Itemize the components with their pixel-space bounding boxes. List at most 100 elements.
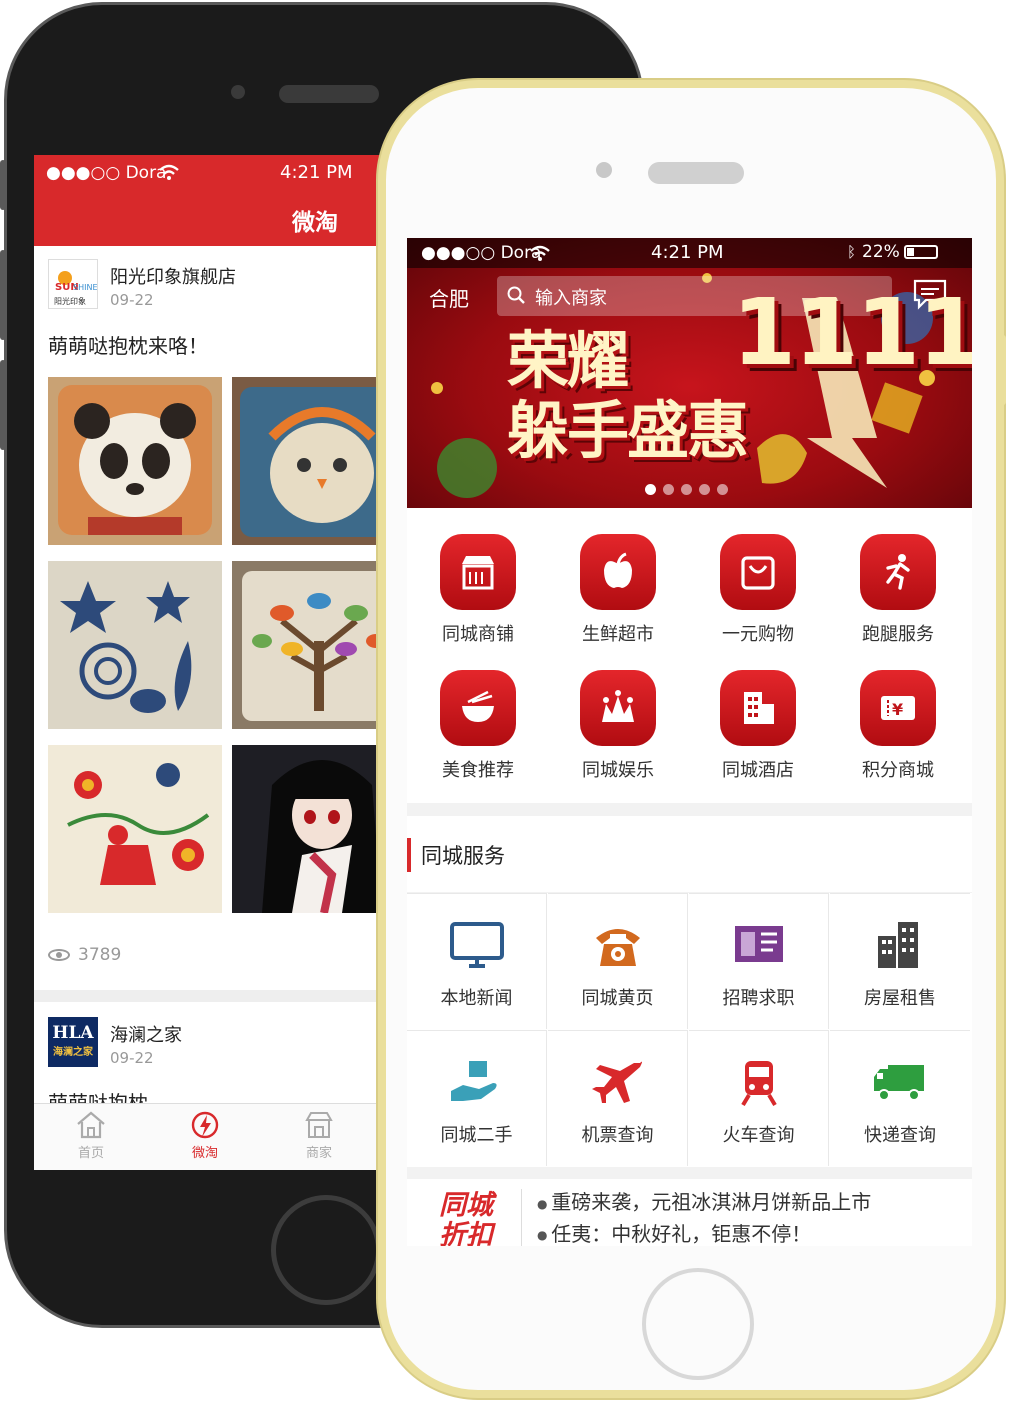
pillow-panda-image[interactable] [48, 377, 222, 545]
tab-home[interactable]: 首页 [56, 1110, 126, 1161]
battery-icon [903, 245, 938, 259]
category-grid: 同城商铺 生鲜超市 一元购物 跑腿服务 美食推荐 同城娱乐 同城酒店 ¥ 积分商 [407, 508, 972, 803]
service-flights[interactable]: 机票查询 [548, 1030, 688, 1166]
service-label: 本地新闻 [440, 988, 513, 1009]
discount-logo-text: 同城折扣 [439, 1190, 493, 1247]
hla-logo-text: HLA [52, 1023, 94, 1043]
service-trains[interactable]: 火车查询 [689, 1030, 829, 1166]
carousel-dot[interactable] [717, 484, 728, 495]
status-bar: ●●●○○ Dora 4:21 PM ᛒ 22% [407, 238, 972, 268]
buildings-icon [878, 922, 918, 968]
promo-line2: 躲手盛惠 [507, 394, 749, 467]
service-express[interactable]: 快递查询 [830, 1030, 970, 1166]
category-label: 美食推荐 [442, 760, 514, 781]
news-separator [521, 1189, 522, 1246]
service-label: 招聘求职 [722, 988, 795, 1009]
page-title: 微淘 [292, 210, 338, 236]
food-bowl-icon [440, 670, 516, 746]
nav-bar: 微淘 [34, 191, 434, 246]
volume-down-button [0, 360, 6, 450]
services-title: 同城服务 [421, 844, 505, 868]
services-header: 同城服务 [407, 816, 972, 892]
storefront-icon [440, 534, 516, 610]
post-date: 09-22 [110, 291, 154, 309]
discount-logo: 同城折扣 [439, 1190, 503, 1247]
service-second-hand[interactable]: 同城二手 [407, 1030, 547, 1166]
view-count: 3789 [48, 945, 121, 965]
home-button[interactable] [271, 1195, 381, 1305]
carousel-dot[interactable] [699, 484, 710, 495]
delivery-truck-icon [874, 1065, 924, 1101]
service-label: 同城黄页 [581, 988, 654, 1009]
section-accent-bar [407, 838, 411, 872]
shopping-bag-icon [720, 534, 796, 610]
post-divider [34, 990, 434, 1002]
volume-up-button [0, 250, 6, 340]
shop-name[interactable]: 阳光印象旗舰店 [110, 263, 236, 289]
tab-bar: 首页 微淘 商家 [34, 1103, 434, 1170]
city-selector[interactable]: 合肥 [429, 283, 469, 312]
service-housing[interactable]: 房屋租售 [830, 893, 970, 1029]
svg-text:阳光印象: 阳光印象 [54, 296, 86, 306]
promo-banner[interactable]: ●●●○○ Dora 4:21 PM ᛒ 22% 合肥 输入商家 荣耀 1111 躲… [407, 238, 972, 508]
shop-avatar[interactable]: SUN SHINE 阳光印象 [48, 259, 98, 309]
power-button [1000, 335, 1006, 405]
status-right: ᛒ 22% [847, 242, 938, 262]
tv-monitor-icon [449, 922, 504, 968]
category-errand[interactable]: 跑腿服务 [828, 534, 968, 646]
tab-merchants[interactable]: 商家 [284, 1110, 354, 1161]
crown-icon [580, 670, 656, 746]
hla-logo-sub: 海澜之家 [53, 1047, 93, 1058]
category-label: 积分商城 [862, 760, 934, 781]
tab-weitao[interactable]: 微淘 [170, 1110, 240, 1161]
category-store[interactable]: 同城商铺 [408, 534, 548, 646]
category-entertainment[interactable]: 同城娱乐 [548, 670, 688, 782]
tab-merchants-label: 商家 [305, 1146, 332, 1161]
carrier-signal: ●●●○○ Dora [421, 243, 542, 263]
post-text: 萌萌哒抱枕来咯！ [48, 334, 208, 358]
services-grid: 本地新闻 同城黄页 招聘求职 房屋租售 同城二手 机票查询 火车查询 快递查询 [407, 893, 972, 1167]
category-one-yuan[interactable]: 一元购物 [688, 534, 828, 646]
discount-news-ticker[interactable]: 同城折扣 重磅来袭，元祖冰淇淋月饼新品上市 任夷：中秋好礼，钜惠不停！ [407, 1179, 972, 1246]
service-local-news[interactable]: 本地新闻 [407, 893, 547, 1029]
tab-weitao-label: 微淘 [191, 1146, 218, 1161]
shop-avatar-hla[interactable]: HLA 海澜之家 [48, 1017, 98, 1067]
home-button[interactable] [642, 1268, 754, 1380]
carousel-dots[interactable] [645, 480, 735, 499]
carousel-dot[interactable] [663, 484, 674, 495]
category-label: 同城酒店 [722, 760, 794, 781]
earpiece-speaker [648, 162, 744, 184]
train-icon [740, 1061, 777, 1107]
status-bar: ●●●○○ Dora 4:21 PM [34, 155, 434, 191]
news-item[interactable]: 重磅来袭，元祖冰淇淋月饼新品上市 [537, 1187, 871, 1219]
category-points-mall[interactable]: ¥ 积分商城 [828, 670, 968, 782]
earpiece-speaker [279, 85, 379, 103]
category-hotel[interactable]: 同城酒店 [688, 670, 828, 782]
news-list: 重磅来袭，元祖冰淇淋月饼新品上市 任夷：中秋好礼，钜惠不停！ [537, 1187, 871, 1246]
service-jobs[interactable]: 招聘求职 [689, 893, 829, 1029]
carousel-dot[interactable] [681, 484, 692, 495]
telephone-icon [595, 929, 640, 966]
promo-headline: 荣耀 1111 躲手盛惠 [507, 287, 972, 467]
running-man-icon [860, 534, 936, 610]
mute-switch [0, 160, 6, 210]
category-fresh[interactable]: 生鲜超市 [548, 534, 688, 646]
search-icon [507, 286, 525, 304]
airplane-icon [591, 1061, 642, 1103]
hand-package-icon [450, 1061, 497, 1101]
news-item[interactable]: 任夷：中秋好礼，钜惠不停！ [537, 1219, 871, 1247]
promo-number: 1111 [732, 279, 972, 386]
service-label: 快递查询 [864, 1125, 936, 1146]
service-yellow-pages[interactable]: 同城黄页 [548, 893, 688, 1029]
category-food[interactable]: 美食推荐 [408, 670, 548, 782]
category-label: 跑腿服务 [862, 624, 934, 645]
pillow-seashell-image[interactable] [48, 561, 222, 729]
bluetooth-icon: ᛒ [847, 243, 857, 261]
front-camera [231, 85, 245, 99]
carousel-dot[interactable] [645, 484, 656, 495]
lightning-icon [191, 1111, 219, 1139]
pillow-floral-image[interactable] [48, 745, 222, 913]
service-label: 火车查询 [722, 1125, 795, 1146]
shop-name[interactable]: 海澜之家 [110, 1021, 182, 1047]
service-label: 房屋租售 [864, 988, 936, 1009]
